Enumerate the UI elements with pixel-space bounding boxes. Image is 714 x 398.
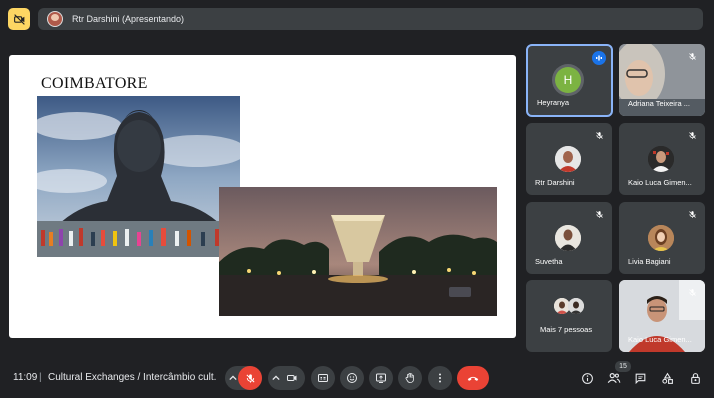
avatar xyxy=(555,146,581,172)
mic-off-indicator xyxy=(685,207,699,221)
avatar xyxy=(555,225,581,251)
participant-name: Rtr Darshini xyxy=(535,178,575,187)
mic-off-icon xyxy=(688,288,696,296)
avatar xyxy=(648,146,674,172)
end-call-button[interactable] xyxy=(457,366,489,390)
presenter-avatar xyxy=(47,11,63,27)
meeting-title: Cultural Exchanges / Intercâmbio cult... xyxy=(48,372,216,383)
mic-off-indicator xyxy=(685,128,699,142)
title-separator: | xyxy=(39,372,42,383)
chevron-up-icon xyxy=(272,375,280,381)
present-now-button[interactable] xyxy=(369,366,393,390)
slide-title: COIMBATORE xyxy=(41,75,148,92)
fountain-night-image xyxy=(219,187,497,316)
participant-name: Livia Bagiani xyxy=(628,257,671,266)
captions-icon xyxy=(318,374,328,382)
participant-name: Adriana Teixeira ... xyxy=(628,99,690,108)
speaking-indicator xyxy=(592,51,606,65)
people-icon xyxy=(607,373,621,384)
activities-icon xyxy=(661,372,673,384)
microphone-button[interactable] xyxy=(238,366,262,390)
mic-off-indicator xyxy=(685,285,699,299)
presenting-label: Rtr Darshini (Apresentando) xyxy=(72,14,185,24)
raise-hand-icon xyxy=(405,372,414,383)
raise-hand-button[interactable] xyxy=(398,366,422,390)
emoji-icon xyxy=(347,373,357,383)
camera-icon xyxy=(287,375,297,381)
participant-tile-kaio-2[interactable]: Kaio Luca Gimen... xyxy=(619,280,705,352)
mic-off-indicator xyxy=(592,128,606,142)
participant-tile-heyranya[interactable]: H Heyranya xyxy=(526,44,613,117)
end-call-icon xyxy=(467,376,479,381)
mic-off-icon xyxy=(245,373,255,383)
activities-button[interactable] xyxy=(657,368,677,388)
participant-tile-rtr-darshini[interactable]: Rtr Darshini xyxy=(526,123,612,195)
participant-name: Kaio Luca Gimen... xyxy=(628,335,692,344)
mic-off-icon xyxy=(595,131,603,139)
chevron-up-icon xyxy=(229,375,237,381)
more-options-icon xyxy=(439,373,441,383)
more-participants-label: Mais 7 pessoas xyxy=(540,325,593,334)
audio-control-group xyxy=(225,366,262,390)
present-icon xyxy=(376,373,386,383)
reactions-button[interactable] xyxy=(340,366,364,390)
mic-off-icon xyxy=(688,131,696,139)
avatar: H xyxy=(555,67,581,93)
info-icon xyxy=(581,372,593,384)
captions-button[interactable] xyxy=(311,366,335,390)
camera-button[interactable] xyxy=(281,366,303,390)
participant-name: Suvetha xyxy=(535,257,563,266)
self-camera-off-button[interactable] xyxy=(8,8,30,30)
participant-tile-kaio-1[interactable]: Kaio Luca Gimen... xyxy=(619,123,705,195)
camera-off-icon xyxy=(13,13,25,25)
participant-tile-suvetha[interactable]: Suvetha xyxy=(526,202,612,274)
more-participants-tile[interactable]: Mais 7 pessoas xyxy=(526,280,612,352)
chat-button[interactable] xyxy=(630,368,650,388)
meeting-details-button[interactable] xyxy=(577,368,597,388)
mic-off-icon xyxy=(688,52,696,60)
participant-name: Heyranya xyxy=(537,98,570,107)
mic-off-indicator xyxy=(592,207,606,221)
clock: 11:09 xyxy=(13,372,38,383)
adiyogi-statue-image xyxy=(37,96,240,257)
more-options-button[interactable] xyxy=(428,366,452,390)
presenting-banner[interactable]: Rtr Darshini (Apresentando) xyxy=(38,8,703,30)
host-controls-icon xyxy=(690,372,700,384)
host-controls-button[interactable] xyxy=(685,368,705,388)
video-control-group xyxy=(268,366,305,390)
shared-screen: COIMBATORE xyxy=(9,55,516,338)
participant-tile-adriana[interactable]: Adriana Teixeira ... xyxy=(619,44,705,116)
chat-icon xyxy=(635,373,645,384)
participant-tile-livia[interactable]: Livia Bagiani xyxy=(619,202,705,274)
avatar xyxy=(568,298,584,314)
mic-off-icon xyxy=(595,210,603,218)
speaking-icon xyxy=(596,55,602,61)
mic-off-indicator xyxy=(685,49,699,63)
participant-name: Kaio Luca Gimen... xyxy=(628,178,692,187)
mic-off-icon xyxy=(688,210,696,218)
avatar xyxy=(648,225,674,251)
